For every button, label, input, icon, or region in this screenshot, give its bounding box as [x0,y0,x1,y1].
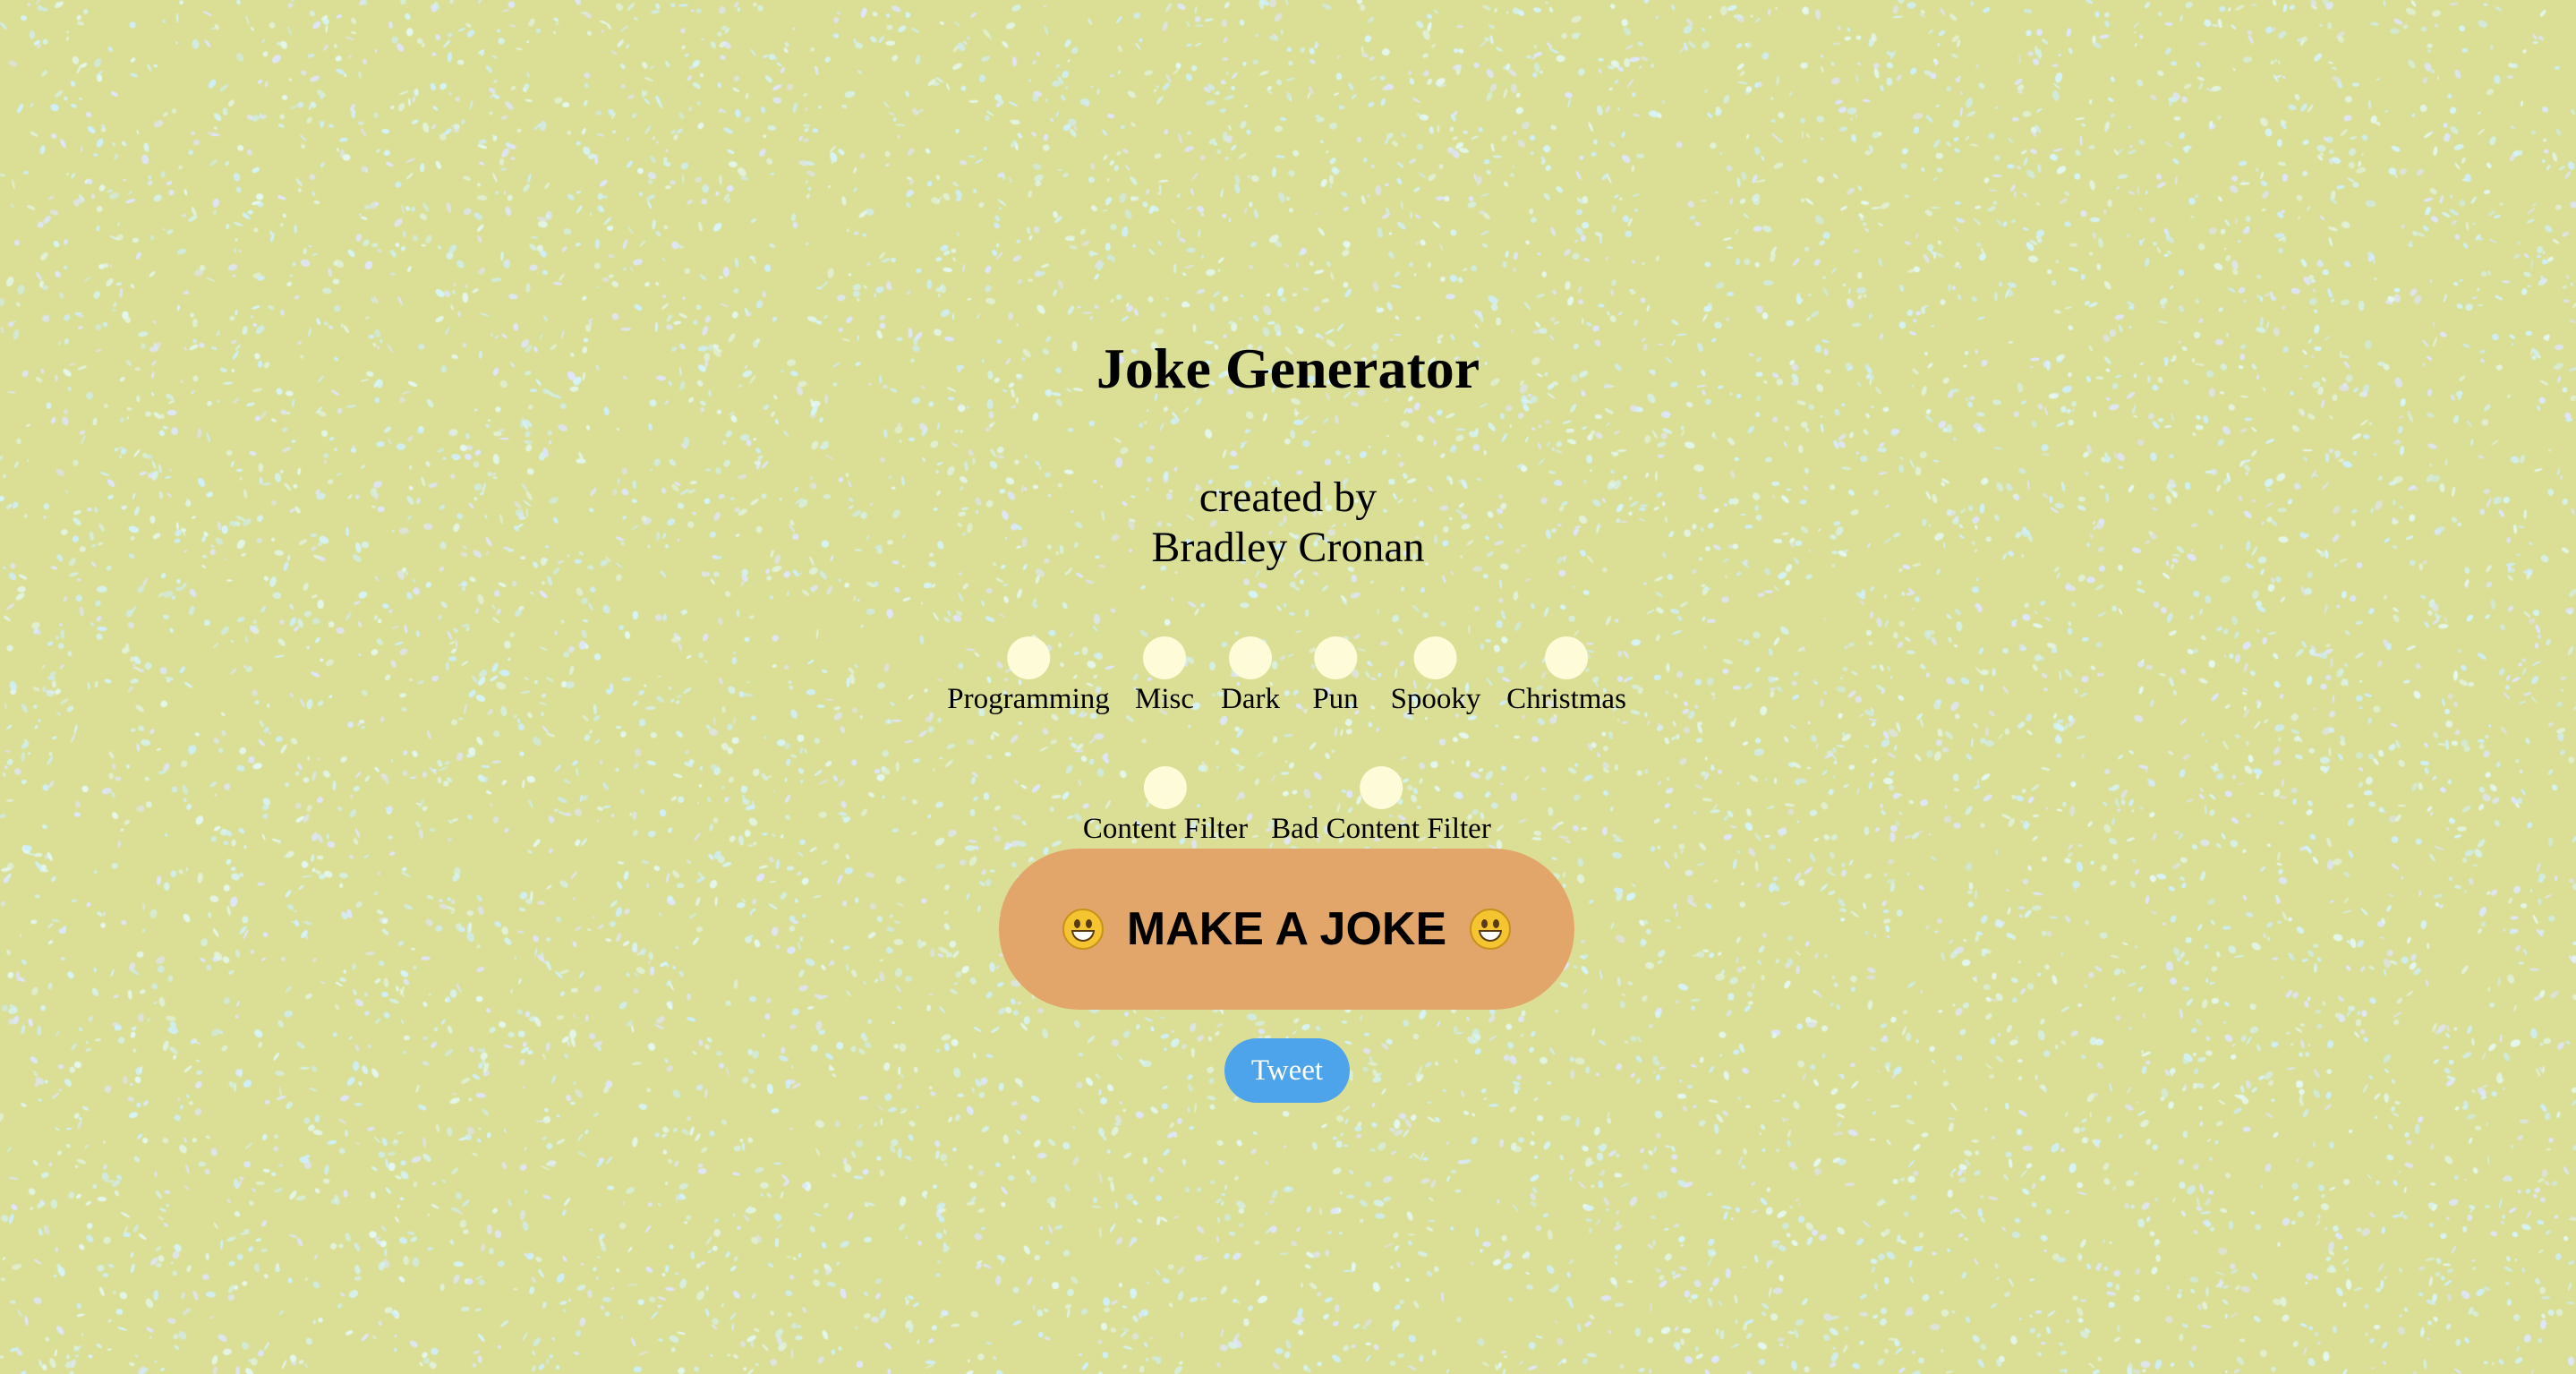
filter-label-bad-content: Bad Content Filter [1271,813,1491,845]
tweet-label: Tweet [1250,1054,1324,1087]
filter-radio-content[interactable] [1144,766,1187,809]
filter-label-content: Content Filter [1082,813,1249,845]
credit-text: created by Bradley Cronan [0,473,2576,573]
category-label-misc: Misc [1135,683,1194,715]
category-option-spooky[interactable]: Spooky [1390,636,1481,717]
tweet-button[interactable]: Tweet [1224,1038,1350,1103]
filter-option-bad-content[interactable]: Bad Content Filter [1271,766,1491,847]
category-radio-misc[interactable] [1143,636,1186,679]
category-option-pun[interactable]: Pun [1312,636,1359,717]
make-a-joke-label: MAKE A JOKE [1126,903,1447,955]
category-label-spooky: Spooky [1390,683,1481,715]
category-radio-programming[interactable] [1006,636,1050,679]
credit-author-name: Bradley Cronan [1151,524,1425,571]
category-label-dark: Dark [1221,683,1280,715]
make-a-joke-button[interactable]: MAKE A JOKE [999,849,1574,1010]
category-option-misc[interactable]: Misc [1135,636,1194,717]
grinning-face-icon [1470,909,1512,950]
filter-radio-bad-content[interactable] [1360,766,1403,809]
filter-option-content[interactable]: Content Filter [1083,766,1248,847]
category-radio-spooky[interactable] [1413,636,1457,679]
category-option-christmas[interactable]: Christmas [1506,636,1626,717]
category-label-programming: Programming [947,683,1110,715]
credit-line-created-by: created by [1198,474,1378,521]
category-option-dark[interactable]: Dark [1221,636,1280,717]
grinning-face-icon [1062,909,1104,950]
category-option-programming[interactable]: Programming [947,636,1110,717]
category-label-pun: Pun [1312,683,1359,715]
page-title: Joke Generator [1096,337,1480,400]
category-radio-dark[interactable] [1229,636,1272,679]
page-content: Joke Generator created by Bradley Cronan… [0,0,2576,1374]
category-radio-pun[interactable] [1313,636,1357,679]
category-radio-christmas[interactable] [1545,636,1588,679]
category-label-christmas: Christmas [1506,683,1626,715]
